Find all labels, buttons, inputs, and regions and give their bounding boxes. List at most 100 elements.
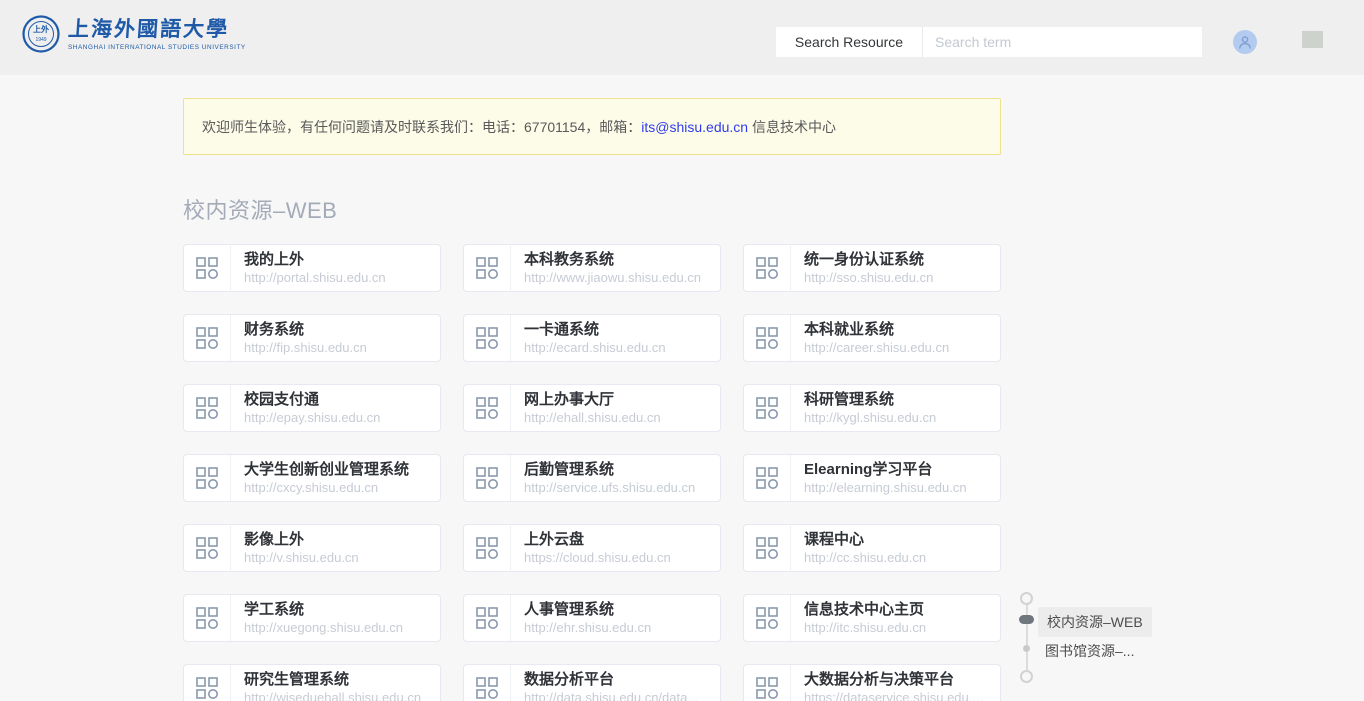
- resource-card[interactable]: 信息技术中心主页 http://itc.shisu.edu.cn: [743, 594, 1001, 642]
- nav-item-campus-resources[interactable]: 校内资源–WEB: [1038, 607, 1152, 637]
- resource-card[interactable]: 统一身份认证系统 http://sso.shisu.edu.cn: [743, 244, 1001, 292]
- apps-grid-icon: [756, 327, 778, 349]
- card-icon-cell: [464, 245, 511, 291]
- card-icon-cell: [184, 455, 231, 501]
- apps-grid-icon: [476, 677, 498, 699]
- resource-url: http://v.shisu.edu.cn: [244, 549, 428, 566]
- card-body: Elearning学习平台 http://elearning.shisu.edu…: [791, 455, 1000, 501]
- resource-title: 后勤管理系统: [524, 460, 708, 479]
- apps-grid-icon: [196, 677, 218, 699]
- card-body: 信息技术中心主页 http://itc.shisu.edu.cn: [791, 595, 1000, 641]
- resource-url: http://portal.shisu.edu.cn: [244, 269, 428, 286]
- resource-card[interactable]: 课程中心 http://cc.shisu.edu.cn: [743, 524, 1001, 572]
- resource-url: http://ehr.shisu.edu.cn: [524, 619, 708, 636]
- timeline-line: [1026, 599, 1028, 677]
- card-body: 课程中心 http://cc.shisu.edu.cn: [791, 525, 1000, 571]
- card-body: 人事管理系统 http://ehr.shisu.edu.cn: [511, 595, 720, 641]
- resource-card[interactable]: 人事管理系统 http://ehr.shisu.edu.cn: [463, 594, 721, 642]
- card-body: 网上办事大厅 http://ehall.shisu.edu.cn: [511, 385, 720, 431]
- card-icon-cell: [184, 315, 231, 361]
- resource-title: Elearning学习平台: [804, 460, 988, 479]
- card-icon-cell: [744, 595, 791, 641]
- resource-title: 学工系统: [244, 600, 428, 619]
- resource-url: http://cxcy.shisu.edu.cn: [244, 479, 428, 496]
- resource-card[interactable]: 财务系统 http://fip.shisu.edu.cn: [183, 314, 441, 362]
- notice-text-before: 欢迎师生体验，有任何问题请及时联系我们：电话：67701154，邮箱：: [202, 117, 641, 137]
- resource-title: 本科教务系统: [524, 250, 708, 269]
- nav-item-library-resources[interactable]: 图书馆资源–...: [1045, 641, 1134, 661]
- resource-card[interactable]: 数据分析平台 http://data.shisu.edu.cn/data...: [463, 664, 721, 701]
- resource-title: 大数据分析与决策平台: [804, 670, 988, 689]
- resource-grid: 我的上外 http://portal.shisu.edu.cn 本科教务系统 h…: [183, 244, 1001, 701]
- apps-grid-icon: [756, 467, 778, 489]
- apps-grid-icon: [756, 677, 778, 699]
- card-body: 本科就业系统 http://career.shisu.edu.cn: [791, 315, 1000, 361]
- resource-card[interactable]: 科研管理系统 http://kygl.shisu.edu.cn: [743, 384, 1001, 432]
- resource-card[interactable]: 大学生创新创业管理系统 http://cxcy.shisu.edu.cn: [183, 454, 441, 502]
- svg-text:1949: 1949: [35, 37, 46, 43]
- resource-url: http://ehall.shisu.edu.cn: [524, 409, 708, 426]
- logo-text: 上海外國語大學 SHANGHAI INTERNATIONAL STUDIES U…: [68, 18, 246, 51]
- timeline-bottom-circle[interactable]: [1020, 670, 1033, 683]
- search-bar: Search Resource: [776, 27, 1202, 57]
- resource-url: http://kygl.shisu.edu.cn: [804, 409, 988, 426]
- apps-grid-icon: [196, 607, 218, 629]
- resource-card[interactable]: Elearning学习平台 http://elearning.shisu.edu…: [743, 454, 1001, 502]
- language-flag-placeholder[interactable]: [1302, 31, 1323, 48]
- notice-email-link[interactable]: its@shisu.edu.cn: [641, 119, 748, 135]
- timeline-top-circle[interactable]: [1020, 592, 1033, 605]
- resource-title: 财务系统: [244, 320, 428, 339]
- resource-title: 大学生创新创业管理系统: [244, 460, 428, 479]
- resource-title: 上外云盘: [524, 530, 708, 549]
- notice-text-after: 信息技术中心: [748, 117, 836, 137]
- resource-card[interactable]: 学工系统 http://xuegong.shisu.edu.cn: [183, 594, 441, 642]
- card-icon-cell: [744, 315, 791, 361]
- search-category-select[interactable]: Search Resource: [776, 27, 923, 57]
- card-body: 大数据分析与决策平台 https://dataservice.shisu.edu…: [791, 665, 1000, 701]
- resource-url: http://service.ufs.shisu.edu.cn: [524, 479, 708, 496]
- card-icon-cell: [464, 455, 511, 501]
- resource-card[interactable]: 本科教务系统 http://www.jiaowu.shisu.edu.cn: [463, 244, 721, 292]
- resource-url: http://wiseduehall.shisu.edu.cn: [244, 689, 428, 701]
- resource-card[interactable]: 网上办事大厅 http://ehall.shisu.edu.cn: [463, 384, 721, 432]
- resource-card[interactable]: 后勤管理系统 http://service.ufs.shisu.edu.cn: [463, 454, 721, 502]
- resource-card[interactable]: 影像上外 http://v.shisu.edu.cn: [183, 524, 441, 572]
- user-avatar[interactable]: [1233, 30, 1257, 54]
- resource-card[interactable]: 本科就业系统 http://career.shisu.edu.cn: [743, 314, 1001, 362]
- resource-title: 影像上外: [244, 530, 428, 549]
- resource-card[interactable]: 研究生管理系统 http://wiseduehall.shisu.edu.cn: [183, 664, 441, 701]
- apps-grid-icon: [476, 397, 498, 419]
- university-logo[interactable]: 上外 1949 上海外國語大學 SHANGHAI INTERNATIONAL S…: [22, 15, 246, 53]
- card-body: 财务系统 http://fip.shisu.edu.cn: [231, 315, 440, 361]
- card-icon-cell: [464, 385, 511, 431]
- card-icon-cell: [744, 245, 791, 291]
- search-input[interactable]: [923, 27, 1202, 57]
- resource-title: 课程中心: [804, 530, 988, 549]
- card-icon-cell: [184, 245, 231, 291]
- resource-url: http://itc.shisu.edu.cn: [804, 619, 988, 636]
- card-icon-cell: [184, 595, 231, 641]
- resource-url: http://sso.shisu.edu.cn: [804, 269, 988, 286]
- resource-card[interactable]: 大数据分析与决策平台 https://dataservice.shisu.edu…: [743, 664, 1001, 701]
- card-body: 学工系统 http://xuegong.shisu.edu.cn: [231, 595, 440, 641]
- card-icon-cell: [464, 315, 511, 361]
- inactive-section-dot: [1023, 645, 1030, 652]
- resource-url: http://epay.shisu.edu.cn: [244, 409, 428, 426]
- resource-url: http://ecard.shisu.edu.cn: [524, 339, 708, 356]
- user-icon: [1237, 34, 1253, 50]
- apps-grid-icon: [476, 327, 498, 349]
- apps-grid-icon: [756, 537, 778, 559]
- svg-text:上外: 上外: [33, 24, 49, 34]
- resource-card[interactable]: 校园支付通 http://epay.shisu.edu.cn: [183, 384, 441, 432]
- logo-title-en: SHANGHAI INTERNATIONAL STUDIES UNIVERSIT…: [68, 44, 246, 51]
- resource-card[interactable]: 一卡通系统 http://ecard.shisu.edu.cn: [463, 314, 721, 362]
- card-icon-cell: [744, 455, 791, 501]
- apps-grid-icon: [196, 537, 218, 559]
- section-title: 校内资源–WEB: [183, 193, 1364, 225]
- resource-card[interactable]: 我的上外 http://portal.shisu.edu.cn: [183, 244, 441, 292]
- resource-card[interactable]: 上外云盘 https://cloud.shisu.edu.cn: [463, 524, 721, 572]
- apps-grid-icon: [476, 257, 498, 279]
- card-icon-cell: [184, 525, 231, 571]
- resource-title: 研究生管理系统: [244, 670, 428, 689]
- card-body: 科研管理系统 http://kygl.shisu.edu.cn: [791, 385, 1000, 431]
